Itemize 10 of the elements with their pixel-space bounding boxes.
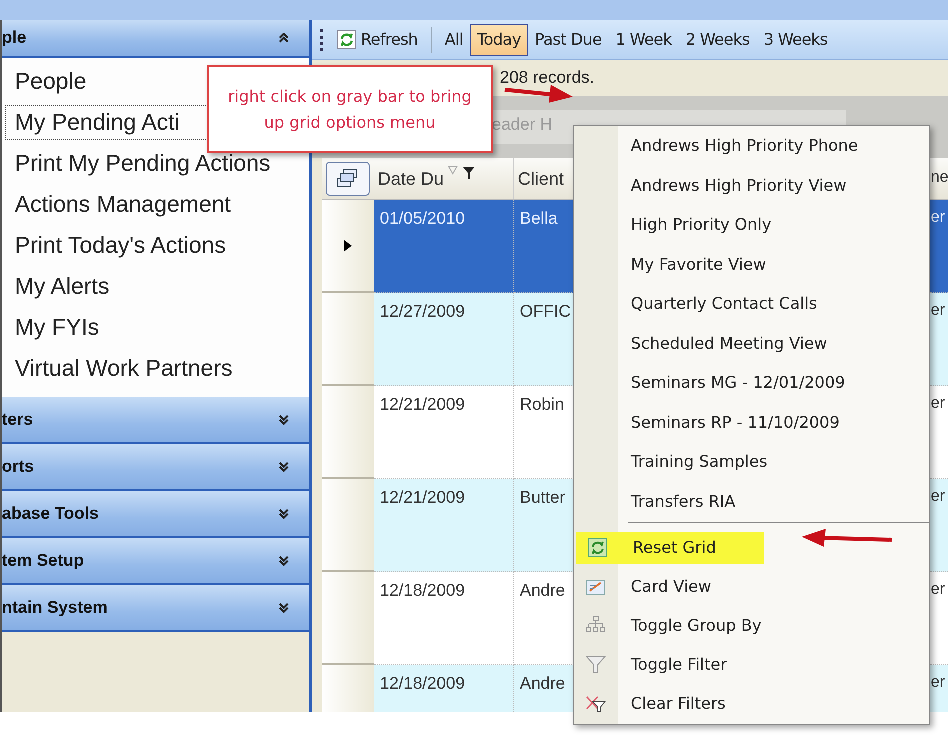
table-cell: 12/18/2009	[374, 665, 514, 712]
callout-tooltip: right click on gray bar to bring up grid options menu	[207, 65, 493, 153]
table-cell: 01/05/2010	[374, 200, 514, 293]
record-count: 208 records.	[500, 67, 594, 90]
table-cell: er	[930, 200, 948, 293]
table-cell: 12/21/2009	[374, 479, 514, 572]
table-cell: er	[930, 479, 948, 572]
table-cell: 12/27/2009	[374, 293, 514, 386]
table-cell: er	[930, 293, 948, 386]
table-cell: er	[930, 665, 948, 712]
